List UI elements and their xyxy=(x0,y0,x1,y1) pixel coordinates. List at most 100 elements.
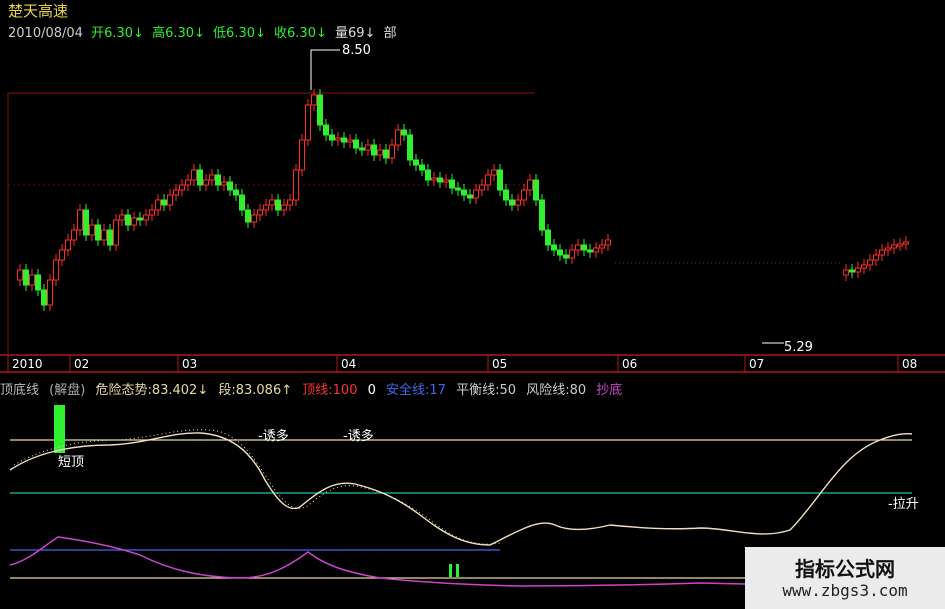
candle-body xyxy=(179,184,185,191)
candle-body xyxy=(873,254,879,261)
candle-body xyxy=(203,179,209,186)
candle-body xyxy=(425,169,431,181)
candle-body xyxy=(461,189,467,196)
candle-body xyxy=(861,264,867,269)
candle-body xyxy=(395,129,401,146)
candle-body xyxy=(383,149,389,159)
quote-date: 2010/08/04 xyxy=(8,26,83,41)
candle-body xyxy=(281,204,287,211)
candle-body xyxy=(65,239,71,251)
low-price-label: 5.29 xyxy=(784,340,813,355)
candle-body xyxy=(107,229,113,246)
indicator-zero: 0 xyxy=(367,383,376,398)
candle-body xyxy=(287,199,293,206)
time-tick-label: 2010 xyxy=(12,357,43,371)
indicator-top-line: 顶线:100 xyxy=(302,383,358,398)
candle-body xyxy=(413,159,419,166)
candle-body xyxy=(587,249,593,253)
candle-body xyxy=(407,134,413,161)
candle-body xyxy=(149,209,155,216)
quote-info-row: 2010/08/04 开6.30↓ 高6.30↓ 低6.30↓ 收6.30↓ 量… xyxy=(8,22,401,41)
quote-volume: 量69↓ xyxy=(335,26,376,41)
candle-body xyxy=(389,144,395,159)
candle-body xyxy=(575,244,581,251)
candle-body xyxy=(437,177,443,183)
candle-body xyxy=(131,217,137,226)
candle-body xyxy=(365,144,371,151)
candle-body xyxy=(347,139,353,143)
indicator-bottom-fish: 抄底 xyxy=(596,383,623,398)
candle-body xyxy=(245,209,251,223)
candle-body xyxy=(293,169,299,201)
candle-body xyxy=(77,209,83,231)
candle-body xyxy=(113,219,119,246)
candle-body xyxy=(137,217,143,221)
watermark-url: www.zbgs3.com xyxy=(782,581,908,600)
candle-body xyxy=(311,94,317,106)
candle-body xyxy=(41,289,47,306)
candle-body xyxy=(353,139,359,149)
quote-open: 开6.30↓ xyxy=(91,26,144,41)
candle-body xyxy=(233,189,239,196)
time-tick-label: 03 xyxy=(182,357,197,371)
high-price-label: 8.50 xyxy=(342,43,371,58)
candle-body xyxy=(59,249,65,261)
quote-high: 高6.30↓ xyxy=(152,26,205,41)
indicator-header: 顶底线 (解盘) 危险态势:83.402↓ 段:83.086↑ 顶线:100 0… xyxy=(0,379,628,398)
candlestick-chart[interactable]: 2010 02 03 04 05 06 07 08 8.50 5.29 xyxy=(0,0,945,609)
candle-body xyxy=(897,243,903,247)
candle-body xyxy=(17,269,23,281)
candle-body xyxy=(563,254,569,259)
candle-body xyxy=(263,204,269,211)
candle-body xyxy=(335,137,341,141)
indicator-risk-line: 风险线:80 xyxy=(526,383,587,398)
candle-body xyxy=(323,124,329,136)
candle-body xyxy=(47,279,53,306)
candle-body xyxy=(251,214,257,223)
time-tick-label: 07 xyxy=(749,357,764,371)
candle-body xyxy=(533,179,539,201)
candle-body xyxy=(843,269,849,276)
candle-body xyxy=(23,269,29,286)
candle-body xyxy=(161,199,167,206)
candle-body xyxy=(119,214,125,221)
candle-body xyxy=(329,134,335,141)
time-tick-label: 05 xyxy=(492,357,507,371)
candle-body xyxy=(209,174,215,181)
time-axis: 2010 02 03 04 05 06 07 08 xyxy=(7,355,917,372)
candle-body xyxy=(227,181,233,191)
candle-body xyxy=(269,199,275,206)
candle-body xyxy=(885,247,891,251)
indicator-name: 顶底线 xyxy=(0,383,40,398)
candle-body xyxy=(173,189,179,196)
candle-body xyxy=(155,199,161,211)
stock-name: 楚天高速 xyxy=(8,2,69,20)
candle-body xyxy=(521,189,527,201)
candle-body xyxy=(317,94,323,126)
candle-body xyxy=(371,144,377,156)
quote-close: 收6.30↓ xyxy=(274,26,327,41)
indicator-balance-line: 平衡线:50 xyxy=(456,383,517,398)
candle-body xyxy=(569,249,575,259)
candle-body xyxy=(377,149,383,156)
time-tick-label: 08 xyxy=(902,357,917,371)
candle-body xyxy=(581,244,587,251)
candles-group xyxy=(17,89,909,311)
candle-body xyxy=(191,169,197,181)
time-tick-label: 06 xyxy=(622,357,637,371)
candle-body xyxy=(185,179,191,186)
indicator-tag: (解盘) xyxy=(49,383,86,398)
candle-body xyxy=(143,214,149,221)
candle-body xyxy=(855,267,861,273)
candle-body xyxy=(89,224,95,236)
candle-body xyxy=(341,137,347,143)
candle-body xyxy=(305,104,311,141)
candle-body xyxy=(473,189,479,199)
candle-body xyxy=(509,199,515,206)
candle-body xyxy=(867,259,873,266)
candle-body xyxy=(545,229,551,246)
candle-body xyxy=(539,199,545,231)
candle-body xyxy=(215,174,221,186)
candle-body xyxy=(455,187,461,191)
candle-body xyxy=(551,244,557,251)
